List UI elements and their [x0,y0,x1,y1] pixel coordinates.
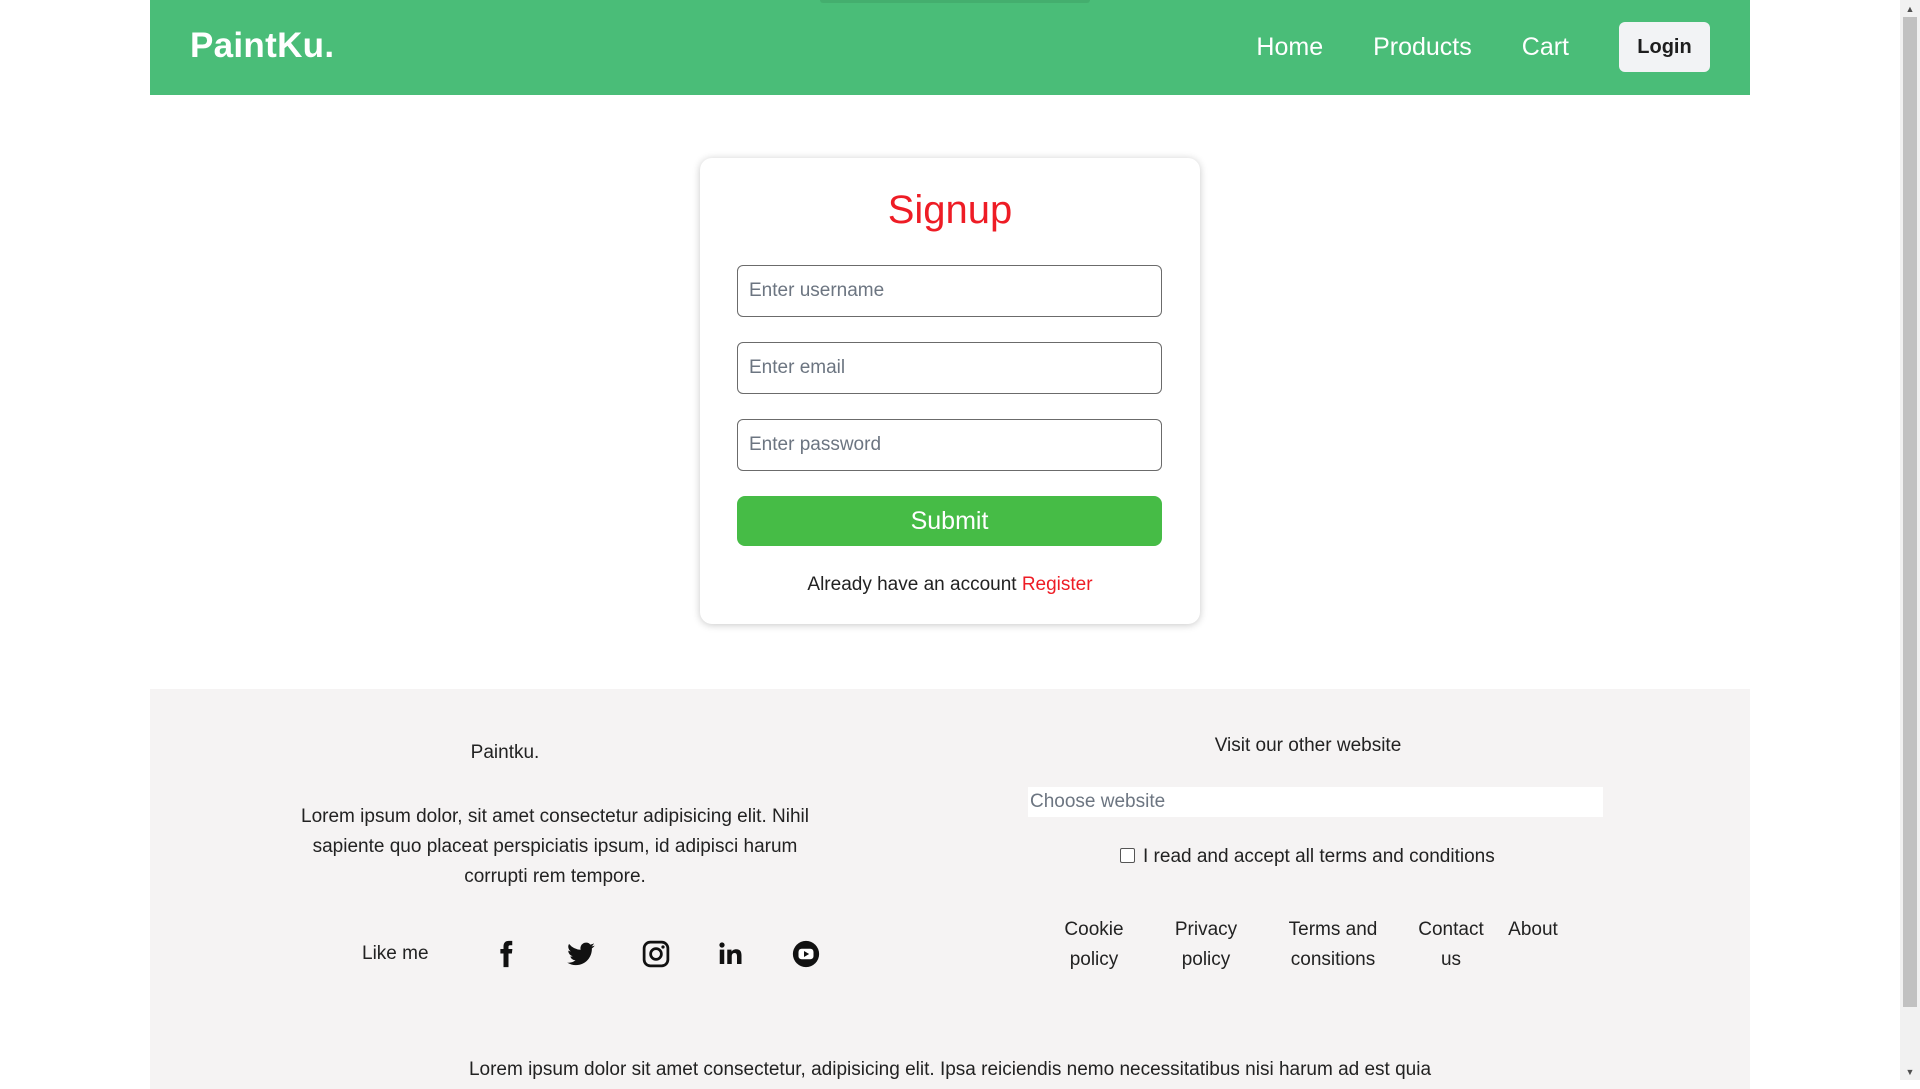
footer-bottom-text: Lorem ipsum dolor sit amet consectetur, … [468,1059,1432,1080]
terms-label: I read and accept all terms and conditio… [1143,846,1495,867]
terms-conditions-link[interactable]: Terms and consitions [1268,915,1398,975]
terms-row: I read and accept all terms and conditio… [1120,846,1495,868]
visit-other-title: Visit our other website [1214,735,1402,756]
signup-card: Signup Submit Already have an account Re… [700,158,1200,624]
username-input[interactable] [737,265,1162,317]
already-account-line: Already have an account Register [700,574,1200,596]
social-row: Like me [362,936,844,972]
contact-us-line-1: Contact [1418,919,1484,940]
cookie-policy-line-1: Cookie [1064,919,1124,940]
register-link[interactable]: Register [1022,574,1093,595]
website-select-value: Choose website [1030,791,1166,812]
login-button[interactable]: Login [1619,22,1710,72]
twitter-icon[interactable] [544,936,619,972]
website-select[interactable]: Choose website [1028,787,1603,817]
privacy-policy-line-2: policy [1181,949,1231,970]
footer-brand: Paintku. [470,742,540,763]
navbar-shadow [820,0,1090,3]
footer-description: Lorem ipsum dolor, sit amet consectetur … [301,806,809,887]
email-input[interactable] [737,342,1162,394]
brand-logo[interactable]: PaintKu. [190,26,334,66]
password-input[interactable] [737,419,1162,471]
scroll-down-arrow-icon[interactable]: ▼ [1900,1063,1920,1080]
terms-conditions-line-2: consitions [1290,949,1376,970]
privacy-policy-line-1: Privacy [1174,919,1238,940]
nav-link-cart[interactable]: Cart [1522,33,1569,62]
footer: Paintku. Lorem ipsum dolor, sit amet con… [150,689,1750,1089]
navbar: PaintKu. Home Products Cart Login [150,0,1750,95]
terms-conditions-line-1: Terms and [1288,919,1378,940]
nav-link-products[interactable]: Products [1373,33,1472,62]
nav-link-home[interactable]: Home [1256,33,1323,62]
terms-checkbox[interactable] [1120,847,1135,863]
instagram-icon[interactable] [619,936,694,972]
youtube-icon[interactable] [769,936,844,972]
signup-title: Signup [887,188,1013,232]
already-account-text: Already have an account [807,574,1017,595]
cookie-policy-line-2: policy [1069,949,1119,970]
footer-links: Cookie policy Privacy policy Terms and c… [1044,915,1568,975]
linkedin-icon[interactable] [694,936,769,972]
contact-us-line-2: us [1440,949,1462,970]
submit-button[interactable]: Submit [737,496,1162,546]
cookie-policy-link[interactable]: Cookie policy [1044,915,1144,975]
about-link[interactable]: About [1498,915,1568,975]
facebook-icon[interactable] [469,936,544,972]
contact-us-link[interactable]: Contact us [1410,915,1492,975]
scroll-up-arrow-icon[interactable]: ▲ [1900,0,1920,17]
like-me-label: Like me [362,943,429,964]
vertical-scrollbar[interactable]: ▲ ▼ [1900,0,1920,1080]
scrollbar-thumb[interactable] [1903,17,1917,1007]
privacy-policy-link[interactable]: Privacy policy [1156,915,1256,975]
nav-links: Home Products Cart Login [1206,22,1710,72]
